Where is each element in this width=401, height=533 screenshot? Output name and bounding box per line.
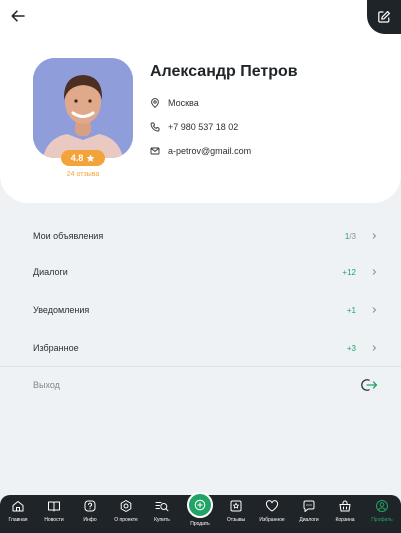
nav-item-favorites[interactable]: Избранное (255, 499, 289, 531)
menu-item-notifications[interactable]: Уведомления +1 (33, 300, 378, 320)
nav-label: Диалоги (299, 517, 319, 523)
sell-button[interactable] (187, 492, 213, 518)
about-icon (120, 500, 132, 512)
nav-item-cart[interactable]: Корзина (328, 499, 362, 531)
menu-item-count: 1/3 (344, 231, 356, 241)
avatar-photo (33, 58, 133, 158)
location-pin-icon (151, 98, 159, 108)
sell-label: Продать (190, 521, 210, 527)
mail-icon (150, 147, 160, 155)
menu-item-label: Мои объявления (33, 231, 104, 241)
nav-item-reviews[interactable]: Отзывы (219, 499, 253, 531)
location-row: Москва (150, 98, 199, 108)
heart-icon (265, 500, 279, 512)
nav-label: Главная (8, 517, 28, 523)
phone-row[interactable]: +7 980 537 18 02 (150, 122, 238, 132)
edit-icon (378, 11, 390, 23)
cart-icon (339, 500, 351, 512)
menu-item-label: Уведомления (33, 305, 90, 315)
nav-label: Корзина (335, 517, 355, 523)
rating-value: 4.8 (70, 153, 84, 163)
home-icon (12, 501, 24, 512)
star-icon (86, 154, 95, 162)
nav-label: Отзывы (226, 517, 246, 523)
arrow-left-icon (11, 10, 25, 22)
reviews-icon (230, 500, 242, 512)
edit-profile-button[interactable] (367, 0, 401, 34)
menu-item-favorites[interactable]: Избранное +3 (33, 338, 378, 358)
menu-item-label: Избранное (33, 343, 79, 353)
nav-label: Купить (154, 517, 170, 523)
email-row[interactable]: a-petrov@gmail.com (150, 146, 251, 156)
nav-label: Профиль (371, 517, 393, 523)
news-icon (48, 501, 60, 512)
menu-item-count: +1 (346, 305, 356, 315)
menu-item-label: Диалоги (33, 267, 68, 277)
nav-item-info[interactable]: Инфо (73, 499, 107, 531)
menu-item-dialogs[interactable]: Диалоги +12 (33, 262, 378, 282)
menu-item-count: +12 (342, 267, 356, 277)
rating-badge: 4.8 (61, 150, 105, 166)
nav-item-about[interactable]: О проекте (109, 499, 143, 531)
chevron-right-icon (372, 233, 377, 239)
user-name: Александр Петров (150, 63, 298, 80)
back-button[interactable] (8, 6, 28, 26)
phone-icon (150, 122, 160, 132)
logout-button[interactable]: Выход (33, 375, 378, 395)
profile-screen: 4.8 24 отзыва Александр Петров Москва +7… (0, 0, 401, 533)
logout-icon (361, 379, 378, 391)
divider (0, 366, 401, 367)
nav-label: О проекте (114, 517, 138, 523)
phone-text: +7 980 537 18 02 (168, 122, 239, 132)
plus-circle-icon (194, 499, 206, 511)
nav-item-home[interactable]: Главная (1, 499, 35, 531)
location-text: Москва (168, 98, 199, 108)
chevron-right-icon (372, 269, 377, 275)
menu-item-count: +3 (346, 343, 356, 353)
nav-label: Инфо (83, 517, 97, 523)
nav-item-buy[interactable]: Купить (145, 499, 179, 531)
email-text: a-petrov@gmail.com (168, 146, 252, 156)
reviews-count[interactable]: 24 отзыва (33, 171, 133, 178)
avatar (33, 58, 133, 158)
nav-item-profile[interactable]: Профиль (365, 499, 399, 531)
nav-item-news[interactable]: Новости (37, 499, 71, 531)
nav-label: Избранное (259, 517, 285, 523)
profile-card: 4.8 24 отзыва Александр Петров Москва +7… (0, 0, 401, 203)
chevron-right-icon (372, 307, 377, 313)
chevron-right-icon (372, 345, 377, 351)
profile-icon (376, 500, 388, 512)
nav-item-dialogs[interactable]: Диалоги (292, 499, 326, 531)
chat-icon (303, 500, 315, 512)
buy-search-icon (155, 502, 169, 512)
logout-label: Выход (33, 380, 60, 390)
menu-item-my-ads[interactable]: Мои объявления 1/3 (33, 226, 378, 246)
nav-label: Новости (44, 517, 64, 523)
info-icon (84, 500, 96, 512)
